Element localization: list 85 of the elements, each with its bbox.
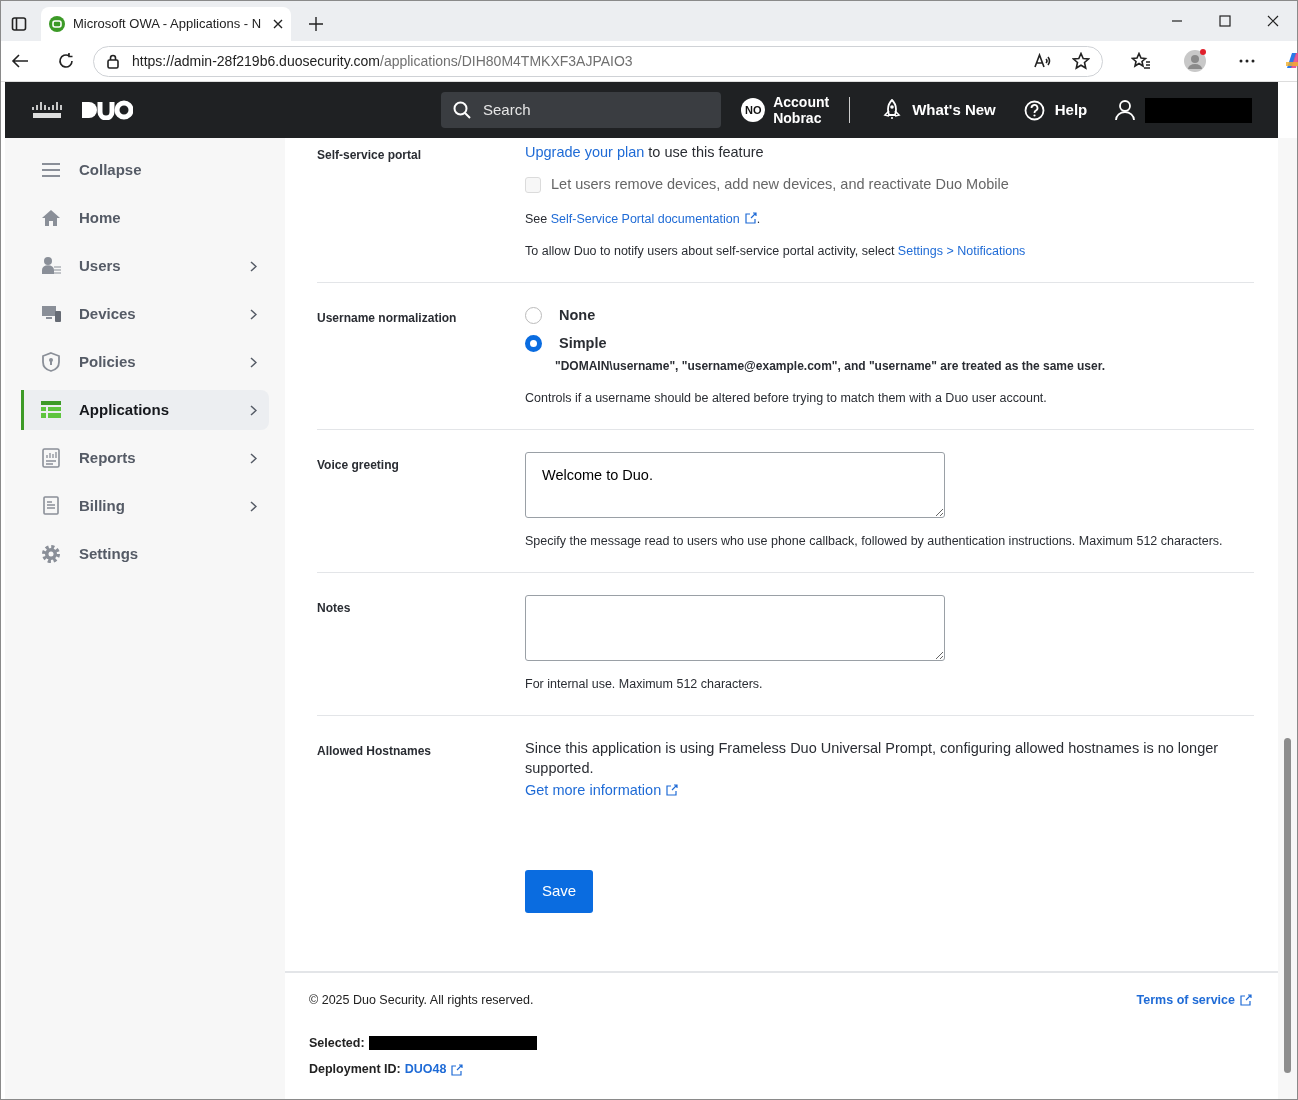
save-button[interactable]: Save bbox=[525, 870, 594, 913]
sidebar-item[interactable]: Billing bbox=[21, 486, 269, 526]
duo-logo-icon bbox=[81, 100, 133, 120]
external-link-icon bbox=[744, 211, 757, 224]
help-link[interactable]: Help bbox=[1023, 98, 1088, 122]
new-tab-icon[interactable] bbox=[309, 17, 323, 31]
close-icon[interactable] bbox=[273, 19, 283, 29]
document-icon bbox=[40, 496, 62, 516]
url-text[interactable]: https://admin-28f219b6.duosecurity.com/applications/DIH80M4TMKXF3AJPAIO3 bbox=[132, 52, 633, 69]
help-text: Specify the message read to users who use phone callback, followed by authentication instructions. Maximum 512 characters. bbox=[525, 533, 1224, 551]
sidebar-item[interactable]: Collapse bbox=[21, 150, 269, 190]
more-icon[interactable] bbox=[1239, 59, 1255, 63]
deployment-id-link[interactable]: DUO48 bbox=[404, 1060, 447, 1079]
radio-label: Simple bbox=[559, 333, 607, 353]
menu-icon bbox=[40, 160, 62, 180]
field-label: Voice greeting bbox=[317, 457, 400, 475]
scrollbar-thumb[interactable] bbox=[1284, 738, 1291, 1073]
field-label: Username normalization bbox=[317, 309, 458, 327]
search-field[interactable]: Search bbox=[441, 92, 722, 128]
field-label: Selected: bbox=[309, 1034, 365, 1052]
scrollbar[interactable] bbox=[1278, 138, 1297, 1099]
radio-label: None bbox=[559, 305, 596, 325]
field-label: Self-service portal bbox=[317, 147, 423, 164]
option-description: "DOMAIN\username", "username@example.com", and "username" are treated as the same user. bbox=[555, 358, 1107, 376]
text-link[interactable]: Get more information bbox=[525, 782, 662, 799]
external-link-icon bbox=[451, 1063, 464, 1076]
field-label: Notes bbox=[317, 600, 352, 618]
help-text: Since this application is using Frameless Duo Universal Prompt, configuring allowed hostnames is no longer supported. bbox=[525, 739, 1220, 779]
sidebar-item[interactable]: Applications bbox=[21, 390, 269, 430]
field-label: Allowed Hostnames bbox=[317, 743, 433, 761]
external-link-icon bbox=[666, 784, 679, 797]
sidebar-item[interactable]: Home bbox=[21, 198, 269, 238]
copyright-text: © 2025 Duo Security. All rights reserved. bbox=[309, 991, 534, 1009]
text-area[interactable]: Welcome to Duo. bbox=[525, 452, 945, 519]
reload-icon[interactable] bbox=[57, 52, 75, 70]
text-area[interactable] bbox=[525, 595, 945, 662]
close-icon[interactable] bbox=[1267, 15, 1279, 27]
site-favicon-icon bbox=[49, 16, 65, 32]
read-aloud-icon[interactable] bbox=[1034, 53, 1052, 69]
devices-icon bbox=[40, 304, 62, 324]
shield-icon bbox=[40, 352, 62, 372]
settings-icon bbox=[40, 544, 62, 564]
back-icon[interactable] bbox=[11, 52, 29, 70]
rocket-icon bbox=[882, 99, 903, 121]
radio-button[interactable] bbox=[525, 334, 542, 352]
help-text: Upgrade your plan to use this feature bbox=[525, 143, 765, 162]
sidebar-item[interactable]: Devices bbox=[21, 294, 269, 334]
user-icon[interactable] bbox=[1115, 99, 1136, 121]
search-icon bbox=[453, 101, 471, 119]
profile-avatar-icon[interactable] bbox=[1183, 49, 1207, 73]
chevron-right-icon bbox=[250, 308, 257, 320]
chevron-right-icon bbox=[250, 404, 257, 416]
checkbox-label: Let users remove devices, add new devices, and reactivate Duo Mobile bbox=[551, 175, 1009, 194]
application-list-icon bbox=[40, 400, 62, 420]
report-chart-icon bbox=[40, 448, 62, 468]
text-link[interactable]: Self-Service Portal documentation bbox=[550, 211, 740, 226]
help-text: Controls if a username should be altered before trying to match them with a Duo user account. bbox=[525, 390, 1048, 408]
favorites-icon[interactable] bbox=[1131, 52, 1151, 70]
sidebar-item[interactable]: Settings bbox=[21, 534, 269, 574]
chevron-right-icon bbox=[250, 356, 257, 368]
chevron-right-icon bbox=[250, 260, 257, 272]
sidebar-item[interactable]: Policies bbox=[21, 342, 269, 382]
chevron-right-icon bbox=[250, 452, 257, 464]
help-text: For internal use. Maximum 512 characters. bbox=[525, 676, 764, 694]
help-text: To allow Duo to notify users about self-service portal activity, select Settings > Notifications bbox=[525, 242, 1027, 260]
help-text: See Self-Service Portal documentation . bbox=[525, 210, 762, 228]
text-link[interactable]: Upgrade your plan bbox=[525, 144, 645, 160]
help-icon bbox=[1023, 99, 1045, 121]
person-list-icon bbox=[40, 256, 62, 276]
terms-link[interactable]: Terms of service bbox=[1136, 990, 1235, 1010]
radio-button[interactable] bbox=[525, 307, 542, 325]
tab-list-icon[interactable] bbox=[11, 16, 27, 32]
maximize-icon[interactable] bbox=[1219, 15, 1231, 27]
lock-icon bbox=[106, 53, 120, 69]
chevron-right-icon bbox=[250, 500, 257, 512]
text-link[interactable]: Settings > Notifications bbox=[897, 243, 1026, 258]
favorite-star-icon[interactable] bbox=[1072, 52, 1090, 70]
whats-new-link[interactable]: What's New bbox=[882, 98, 996, 122]
browser-tab[interactable]: Microsoft OWA - Applications - N bbox=[41, 7, 291, 41]
sidebar-item[interactable]: Reports bbox=[21, 438, 269, 478]
sidebar-item[interactable]: Users bbox=[21, 246, 269, 286]
field-label: Deployment ID: bbox=[309, 1061, 401, 1079]
house-icon bbox=[40, 208, 62, 228]
cisco-logo-icon bbox=[31, 101, 63, 119]
external-link-icon bbox=[1240, 994, 1252, 1007]
